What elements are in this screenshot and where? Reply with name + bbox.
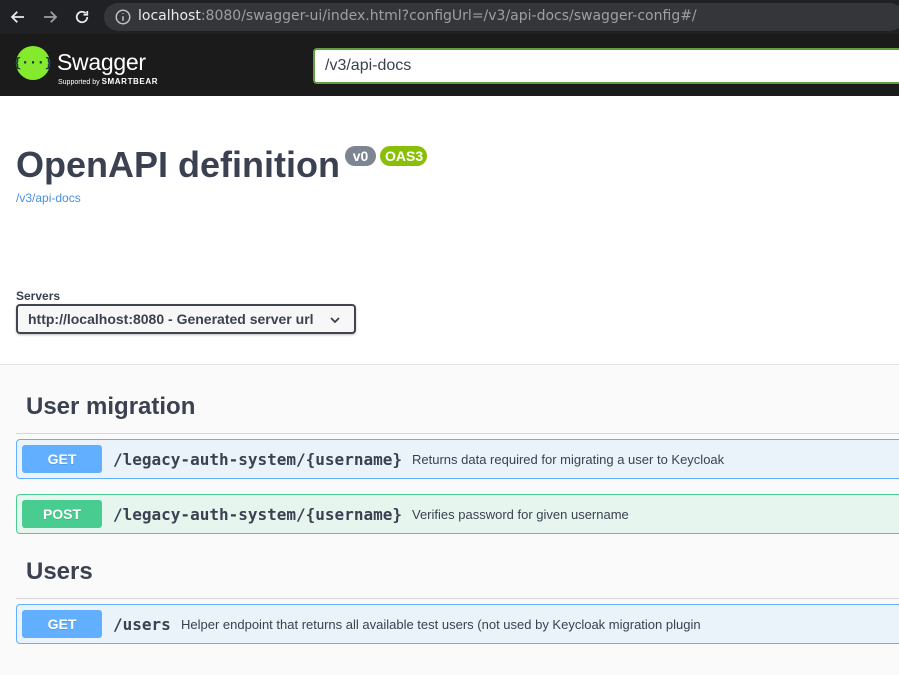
url-rest: :8080/swagger-ui/index.html?configUrl=/v… — [200, 8, 697, 24]
tag-users[interactable]: Users — [26, 558, 93, 586]
reload-icon[interactable] — [69, 5, 95, 29]
chevron-down-icon — [329, 313, 341, 325]
spec-link[interactable]: /v3/api-docs — [16, 191, 81, 205]
info-section: OpenAPI definition v0 OAS3 /v3/api-docs — [0, 96, 899, 256]
operation-get-legacy-user[interactable]: GET /legacy-auth-system/{username} Retur… — [16, 439, 899, 479]
servers-selected-value: http://localhost:8080 - Generated server… — [28, 311, 314, 327]
logo-subtitle: Supported by SMARTBEAR — [58, 77, 158, 86]
url-text: localhost:8080/swagger-ui/index.html?con… — [138, 8, 697, 24]
servers-select[interactable]: http://localhost:8080 - Generated server… — [16, 304, 356, 334]
address-bar[interactable]: localhost:8080/swagger-ui/index.html?con… — [104, 3, 899, 31]
back-arrow-icon[interactable] — [5, 5, 31, 29]
operation-summary: Verifies password for given username — [412, 507, 629, 522]
tag-divider — [16, 433, 899, 434]
browser-toolbar: localhost:8080/swagger-ui/index.html?con… — [0, 0, 899, 34]
forward-arrow-icon[interactable] — [37, 5, 63, 29]
swagger-logo-icon[interactable]: {···} — [13, 46, 53, 80]
version-badge: v0 — [345, 146, 376, 166]
tag-divider — [16, 598, 899, 599]
operation-path: /legacy-auth-system/{username} — [113, 450, 402, 469]
method-badge-post: POST — [22, 500, 102, 528]
method-badge-get: GET — [22, 445, 102, 473]
method-badge-get: GET — [22, 610, 102, 638]
servers-label: Servers — [16, 289, 61, 303]
operation-path: /users — [113, 615, 171, 634]
swagger-topbar: {···} Swagger Supported by SMARTBEAR — [0, 34, 899, 96]
operation-get-users[interactable]: GET /users Helper endpoint that returns … — [16, 604, 899, 644]
operation-summary: Returns data required for migrating a us… — [412, 452, 725, 467]
logo-subtitle-prefix: Supported by — [58, 79, 100, 86]
operation-post-legacy-user[interactable]: POST /legacy-auth-system/{username} Veri… — [16, 494, 899, 534]
operation-summary: Helper endpoint that returns all availab… — [181, 617, 701, 632]
tag-user-migration[interactable]: User migration — [26, 393, 195, 421]
operation-path: /legacy-auth-system/{username} — [113, 505, 402, 524]
url-host: localhost — [138, 8, 201, 24]
oas-badge: OAS3 — [380, 146, 427, 166]
site-info-icon[interactable] — [114, 8, 132, 26]
spec-url-input[interactable] — [313, 48, 899, 84]
page-title: OpenAPI definition — [16, 144, 340, 185]
logo-subtitle-brand: SMARTBEAR — [101, 77, 159, 86]
swagger-logo-text[interactable]: Swagger — [57, 49, 146, 76]
servers-section: Servers http://localhost:8080 - Generate… — [0, 256, 899, 365]
